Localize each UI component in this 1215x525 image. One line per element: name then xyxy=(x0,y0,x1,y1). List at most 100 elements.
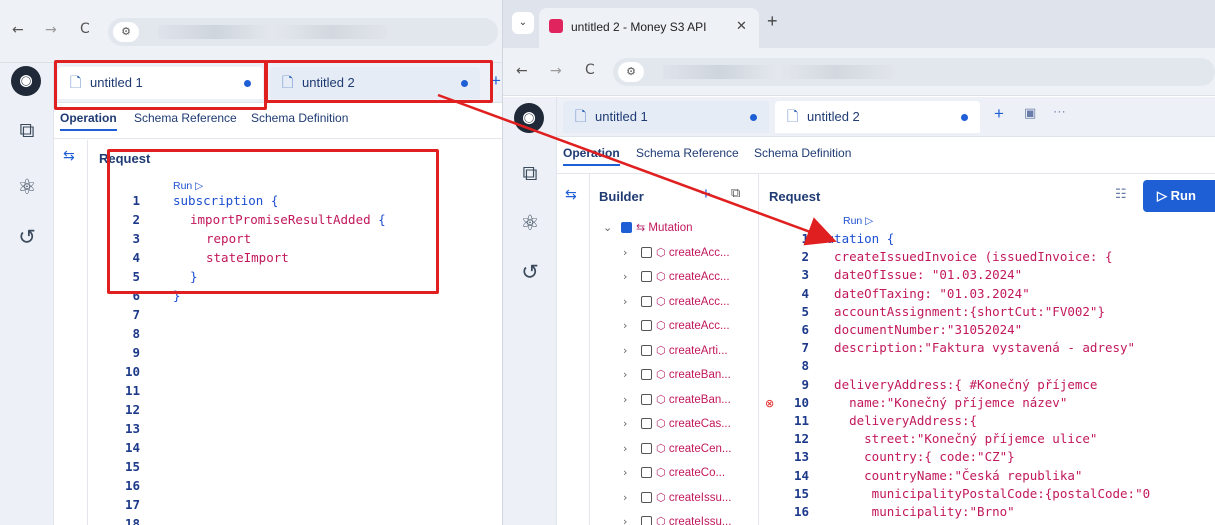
new-tab-icon[interactable]: + xyxy=(767,11,778,32)
line-number: 13 xyxy=(124,421,140,436)
tab-operation[interactable]: Operation xyxy=(563,146,620,166)
chevron-right-icon[interactable]: › xyxy=(623,461,637,485)
tree-item-label: createCo... xyxy=(668,467,726,479)
chevron-right-icon[interactable]: › xyxy=(623,265,637,289)
tab-search-icon[interactable]: ⌄ xyxy=(512,12,534,34)
back-icon[interactable]: ← xyxy=(12,22,24,38)
tab-untitled-1[interactable]: 🗋 untitled 1 xyxy=(563,101,769,133)
tree-item[interactable]: › ⬡ createCo... xyxy=(623,461,725,485)
tree-item-label: createCas... xyxy=(668,418,731,430)
reload-icon[interactable]: C xyxy=(585,62,595,78)
tab-schema-reference[interactable]: Schema Reference xyxy=(636,146,739,160)
run-codelens[interactable]: Run ▷ xyxy=(843,215,873,227)
tree-item[interactable]: › ⬡ createIssu... xyxy=(623,486,731,510)
chevron-right-icon[interactable]: › xyxy=(623,314,637,338)
builder-toggle-icon[interactable]: ⇆ xyxy=(565,187,577,203)
copy-builder-icon[interactable]: ⧉ xyxy=(731,186,740,201)
add-tab-icon[interactable]: + xyxy=(994,104,1004,124)
code-line: dateOfIssue: "01.03.2024" xyxy=(819,267,1023,283)
tree-item[interactable]: › ⬡ createIssu... xyxy=(623,510,731,525)
panel-divider xyxy=(589,174,590,525)
back-icon[interactable]: ← xyxy=(516,63,528,79)
chevron-right-icon[interactable]: › xyxy=(623,486,637,510)
schema-icon[interactable]: ⚛ xyxy=(517,210,543,236)
code-line: country:{ code:"CZ"} xyxy=(819,449,1015,465)
site-settings-icon[interactable]: ⚙ xyxy=(113,22,139,42)
chevron-right-icon[interactable]: › xyxy=(623,241,637,265)
tree-item[interactable]: › ⬡ createCas... xyxy=(623,412,731,436)
copy-icon[interactable]: ⧉ xyxy=(14,117,40,143)
copy-icon[interactable]: ⧉ xyxy=(517,160,543,186)
chevron-right-icon[interactable]: › xyxy=(623,437,637,461)
add-icon[interactable]: + xyxy=(701,184,711,204)
tab-schema-reference[interactable]: Schema Reference xyxy=(134,111,237,125)
type-icon: ⬡ xyxy=(656,392,666,406)
tree-item[interactable]: › ⬡ createCen... xyxy=(623,437,731,461)
right-browser-tabstrip: ⌄ untitled 2 - Money S3 API ✕ + xyxy=(503,0,1215,48)
tree-item[interactable]: › ⬡ createAcc... xyxy=(623,265,730,289)
line-number: 17 xyxy=(124,497,140,512)
schema-icon[interactable]: ⚛ xyxy=(14,174,40,200)
checkbox[interactable] xyxy=(641,418,652,430)
tree-item-label: createAcc... xyxy=(668,271,730,283)
run-button[interactable]: ▷ Run xyxy=(1143,180,1215,212)
chevron-right-icon[interactable]: › xyxy=(623,339,637,363)
checkbox[interactable] xyxy=(641,320,652,332)
builder-toggle-icon[interactable]: ⇆ xyxy=(63,148,75,164)
divider xyxy=(557,173,1215,174)
checkbox[interactable] xyxy=(641,344,652,356)
chevron-right-icon[interactable]: › xyxy=(623,510,637,525)
tree-item[interactable]: › ⬡ createBan... xyxy=(623,363,731,387)
right-subtabs: Operation Schema Reference Schema Defini… xyxy=(557,139,1215,167)
line-number: 15 xyxy=(124,459,140,474)
chevron-right-icon[interactable]: › xyxy=(623,388,637,412)
tree-item-label: createIssu... xyxy=(668,491,732,504)
tab-operation[interactable]: Operation xyxy=(60,111,117,131)
checkbox[interactable] xyxy=(641,467,652,479)
tree-item[interactable]: › ⬡ createArti... xyxy=(623,339,728,363)
reload-icon[interactable]: C xyxy=(80,21,90,37)
line-number: 1 xyxy=(801,231,809,246)
tree-item[interactable]: › ⬡ createAcc... xyxy=(623,290,730,314)
checkbox[interactable] xyxy=(641,393,652,405)
line-number: 10 xyxy=(124,364,140,379)
chevron-right-icon[interactable]: › xyxy=(623,412,637,436)
checkbox[interactable] xyxy=(641,246,652,258)
checkbox[interactable] xyxy=(641,369,652,381)
chevron-right-icon[interactable]: › xyxy=(623,363,637,387)
tree-item[interactable]: › ⬡ createAcc... xyxy=(623,241,730,265)
tree-item-label: createBan... xyxy=(668,369,731,381)
app-logo-icon: ◉ xyxy=(11,66,41,96)
divider xyxy=(54,138,502,139)
checkbox[interactable] xyxy=(641,491,652,503)
tree-item[interactable]: › ⬡ createBan... xyxy=(623,388,731,412)
site-settings-icon[interactable]: ⚙ xyxy=(618,62,644,82)
type-icon: ⬡ xyxy=(656,343,666,357)
checkbox[interactable] xyxy=(641,442,652,454)
tree-mutation[interactable]: ⌄ ⇆ Mutation xyxy=(603,216,693,240)
request-title: Request xyxy=(769,189,821,204)
close-tab-icon[interactable]: ✕ xyxy=(736,18,747,34)
checkbox[interactable] xyxy=(641,295,652,307)
right-code-editor[interactable]: 1 2 3 4 5 6 7 8 9 10 11 12 13 14 15 16 mutation { creat… xyxy=(781,231,1215,525)
tab-schema-definition[interactable]: Schema Definition xyxy=(251,111,348,125)
history-icon[interactable]: ↺ xyxy=(517,259,543,285)
prettify-icon[interactable]: ☷ xyxy=(1115,187,1127,202)
more-icon[interactable]: ⋯ xyxy=(1053,105,1066,120)
browser-tab[interactable]: untitled 2 - Money S3 API ✕ xyxy=(539,8,759,48)
line-number: 6 xyxy=(801,322,809,337)
chevron-right-icon[interactable]: › xyxy=(623,290,637,314)
forward-icon[interactable]: → xyxy=(550,63,562,79)
tree-item[interactable]: › ⬡ createAcc... xyxy=(623,314,730,338)
checkbox[interactable] xyxy=(641,271,652,283)
tab-schema-definition[interactable]: Schema Definition xyxy=(754,146,851,160)
tab-untitled-2[interactable]: 🗋 untitled 2 xyxy=(775,101,980,133)
history-icon[interactable]: ↺ xyxy=(14,224,40,250)
forward-icon[interactable]: → xyxy=(45,22,57,38)
chevron-down-icon[interactable]: ⌄ xyxy=(603,216,617,240)
checkbox[interactable] xyxy=(641,516,652,525)
save-icon[interactable]: ▣ xyxy=(1024,106,1036,121)
checkbox[interactable] xyxy=(621,222,632,234)
tab-label: untitled 2 xyxy=(807,109,860,124)
blurred-url xyxy=(158,25,388,39)
